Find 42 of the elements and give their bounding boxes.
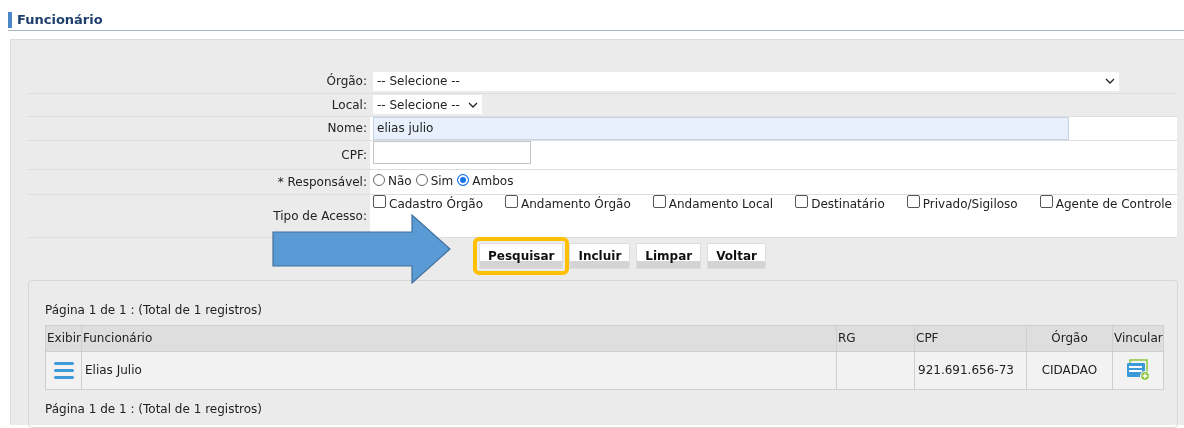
option-label: Agente de Controle (1055, 195, 1172, 213)
field-label: CPF: (341, 147, 367, 162)
input-field[interactable]: elias julio (373, 116, 1069, 140)
option-label: Cadastro Órgão (389, 195, 483, 213)
action-button[interactable]: Incluir (569, 242, 631, 269)
column-header: CPF (914, 325, 1027, 351)
pager-text: Página 1 de 1 : (Total de 1 registros) (45, 301, 264, 319)
column-header: Órgão (1026, 325, 1113, 351)
option-label: Destinatário (811, 195, 885, 213)
field-label: Órgão: (326, 74, 367, 89)
radio-button[interactable] (373, 174, 385, 186)
menu-icon[interactable] (53, 361, 74, 380)
field-label: * Responsável: (277, 174, 367, 189)
action-button[interactable]: Pesquisar (479, 242, 564, 269)
column-header: Funcionário (81, 325, 837, 351)
field-label: Nome: (327, 121, 367, 135)
action-button[interactable]: Voltar (707, 242, 766, 269)
radio-button[interactable] (415, 174, 428, 186)
select-field[interactable]: -- Selecione -- (373, 95, 482, 114)
column-header: Vincular (1112, 325, 1164, 351)
option-label: Não (388, 173, 412, 190)
option-label: Privado/Sigiloso (922, 195, 1018, 213)
table-cell: Elias Julio (85, 363, 142, 377)
column-header: Exibir (45, 325, 82, 351)
option-label: Ambos (472, 173, 514, 190)
chevron-down-icon (1105, 78, 1115, 85)
action-button[interactable]: Limpar (636, 242, 702, 269)
field-label: Tipo de Acesso: (273, 208, 367, 223)
option-label: Andamento Local (668, 195, 774, 213)
table-cell: CIDADAO (1041, 363, 1098, 377)
select-field[interactable]: -- Selecione -- (373, 71, 1119, 91)
input-field[interactable] (373, 140, 531, 164)
option-label: Andamento Órgão (520, 195, 631, 213)
link-record-icon[interactable] (1126, 359, 1150, 381)
chevron-down-icon (467, 101, 478, 108)
pager-text: Página 1 de 1 : (Total de 1 registros) (45, 400, 264, 418)
page-title: Funcionário (8, 12, 1184, 28)
radio-button[interactable] (457, 174, 470, 186)
field-label: Local: (331, 97, 367, 112)
table-cell: 921.691.656-73 (918, 363, 1014, 377)
option-label: Sim (430, 173, 454, 190)
column-header: RG (836, 325, 915, 351)
